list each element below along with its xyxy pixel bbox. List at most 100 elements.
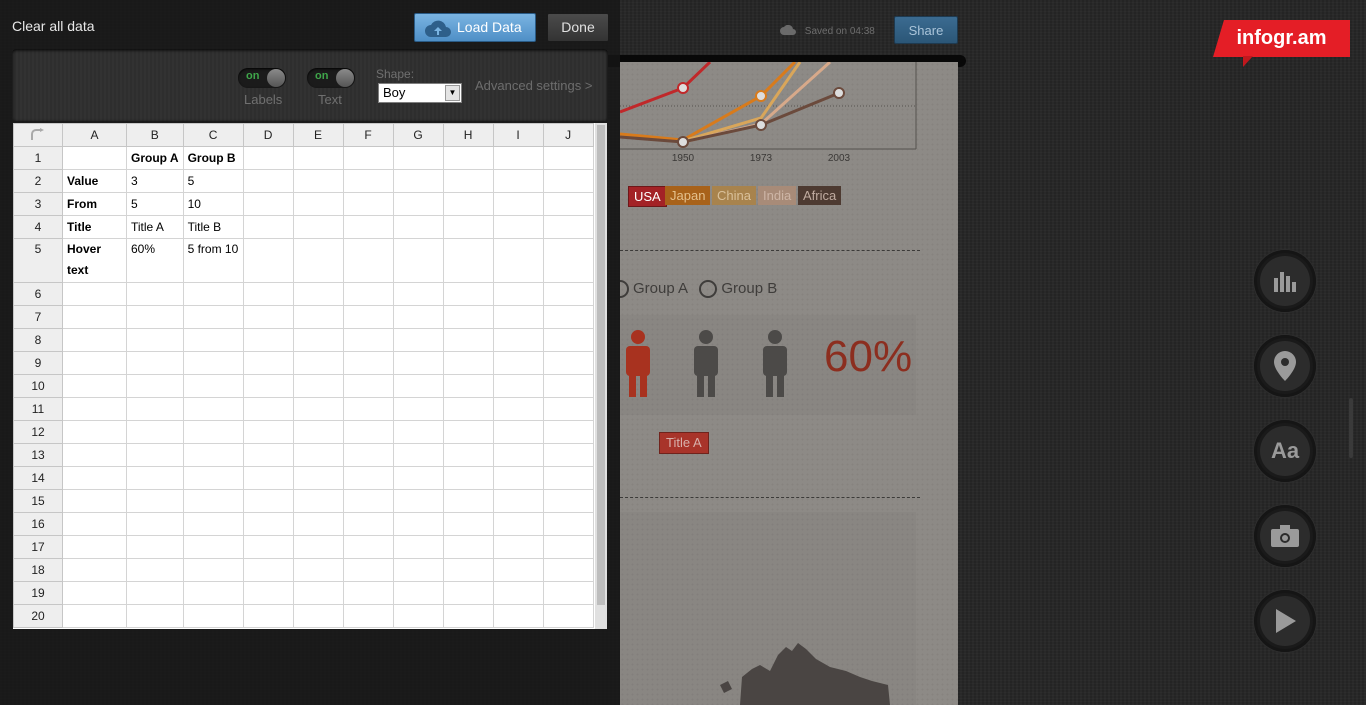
cell-e17[interactable] <box>292 535 344 559</box>
cell-d4[interactable] <box>242 215 294 239</box>
cell-j20[interactable] <box>542 604 594 628</box>
cell-i17[interactable] <box>492 535 544 559</box>
infogram-logo[interactable]: infogr.am <box>1213 20 1350 57</box>
cell-c8[interactable] <box>182 328 244 352</box>
cell-i4[interactable] <box>492 215 544 239</box>
cell-c15[interactable] <box>182 489 244 513</box>
cell-j11[interactable] <box>542 397 594 421</box>
cell-e7[interactable] <box>292 305 344 329</box>
cell-f12[interactable] <box>342 420 394 444</box>
chart-tool[interactable] <box>1254 250 1316 312</box>
cell-d16[interactable] <box>242 512 294 536</box>
cell-f15[interactable] <box>342 489 394 513</box>
cell-j4[interactable] <box>542 215 594 239</box>
cell-f19[interactable] <box>342 581 394 605</box>
cell-g14[interactable] <box>392 466 444 490</box>
cell-f9[interactable] <box>342 351 394 375</box>
row-header[interactable]: 16 <box>13 512 63 536</box>
cell-i13[interactable] <box>492 443 544 467</box>
cell-e10[interactable] <box>292 374 344 398</box>
row-header[interactable]: 18 <box>13 558 63 582</box>
row-header[interactable]: 3 <box>13 192 63 216</box>
cell-h11[interactable] <box>442 397 494 421</box>
cell-i20[interactable] <box>492 604 544 628</box>
text-toggle[interactable]: on <box>307 68 355 88</box>
cell-d11[interactable] <box>242 397 294 421</box>
cell-d10[interactable] <box>242 374 294 398</box>
row-header[interactable]: 15 <box>13 489 63 513</box>
cell-c18[interactable] <box>182 558 244 582</box>
cell-f7[interactable] <box>342 305 394 329</box>
cell-f8[interactable] <box>342 328 394 352</box>
cell-g1[interactable] <box>392 146 444 170</box>
cell-j15[interactable] <box>542 489 594 513</box>
cell-h18[interactable] <box>442 558 494 582</box>
cell-h17[interactable] <box>442 535 494 559</box>
cell-f14[interactable] <box>342 466 394 490</box>
cell-b7[interactable] <box>126 305 184 329</box>
shape-select[interactable]: Boy ▼ <box>378 83 462 103</box>
advanced-settings-link[interactable]: Advanced settings > <box>475 78 592 93</box>
cell-c6[interactable] <box>182 282 244 306</box>
corner-cell[interactable] <box>13 123 63 147</box>
cell-e4[interactable] <box>292 215 344 239</box>
cell-i14[interactable] <box>492 466 544 490</box>
map-tool[interactable] <box>1254 335 1316 397</box>
cell-d3[interactable] <box>242 192 294 216</box>
sheet-scrollbar-thumb[interactable] <box>597 125 605 605</box>
cell-b19[interactable] <box>126 581 184 605</box>
labels-toggle[interactable]: on <box>238 68 286 88</box>
row-header[interactable]: 17 <box>13 535 63 559</box>
cell-c2[interactable]: 5 <box>182 169 244 193</box>
cell-j12[interactable] <box>542 420 594 444</box>
cell-h1[interactable] <box>442 146 494 170</box>
cell-g18[interactable] <box>392 558 444 582</box>
cell-f16[interactable] <box>342 512 394 536</box>
column-header-c[interactable]: C <box>182 123 244 147</box>
cell-b18[interactable] <box>126 558 184 582</box>
cell-c11[interactable] <box>182 397 244 421</box>
cell-d12[interactable] <box>242 420 294 444</box>
share-button[interactable]: Share <box>894 16 958 44</box>
cell-j5[interactable] <box>542 238 594 283</box>
cell-j13[interactable] <box>542 443 594 467</box>
radio-group-b[interactable] <box>699 280 718 298</box>
cell-g3[interactable] <box>392 192 444 216</box>
column-header-g[interactable]: G <box>392 123 444 147</box>
cell-b13[interactable] <box>126 443 184 467</box>
cell-h20[interactable] <box>442 604 494 628</box>
column-header-h[interactable]: H <box>442 123 494 147</box>
cell-i8[interactable] <box>492 328 544 352</box>
cell-b4[interactable]: Title A <box>126 215 184 239</box>
cell-g19[interactable] <box>392 581 444 605</box>
cell-j2[interactable] <box>542 169 594 193</box>
cell-a1[interactable] <box>62 146 127 170</box>
cell-g11[interactable] <box>392 397 444 421</box>
cell-b2[interactable]: 3 <box>126 169 184 193</box>
cell-j18[interactable] <box>542 558 594 582</box>
cell-c13[interactable] <box>182 443 244 467</box>
cell-a18[interactable] <box>62 558 127 582</box>
cell-a16[interactable] <box>62 512 127 536</box>
cell-e1[interactable] <box>292 146 344 170</box>
cell-j10[interactable] <box>542 374 594 398</box>
cell-g5[interactable] <box>392 238 444 283</box>
column-header-e[interactable]: E <box>292 123 344 147</box>
cell-i12[interactable] <box>492 420 544 444</box>
text-tool[interactable]: Aa <box>1254 420 1316 482</box>
cell-f1[interactable] <box>342 146 394 170</box>
cell-h8[interactable] <box>442 328 494 352</box>
cell-d19[interactable] <box>242 581 294 605</box>
cell-d14[interactable] <box>242 466 294 490</box>
cell-d20[interactable] <box>242 604 294 628</box>
cell-i2[interactable] <box>492 169 544 193</box>
cell-e16[interactable] <box>292 512 344 536</box>
cell-j1[interactable] <box>542 146 594 170</box>
cell-d7[interactable] <box>242 305 294 329</box>
cell-b16[interactable] <box>126 512 184 536</box>
cell-c3[interactable]: 10 <box>182 192 244 216</box>
cell-d13[interactable] <box>242 443 294 467</box>
cell-f11[interactable] <box>342 397 394 421</box>
page-scroll-indicator[interactable] <box>1349 398 1353 458</box>
spreadsheet[interactable]: A B C D E F G H I J 1 Group A Group B 2 Value 3 5 3 From 5 1… <box>13 123 607 629</box>
